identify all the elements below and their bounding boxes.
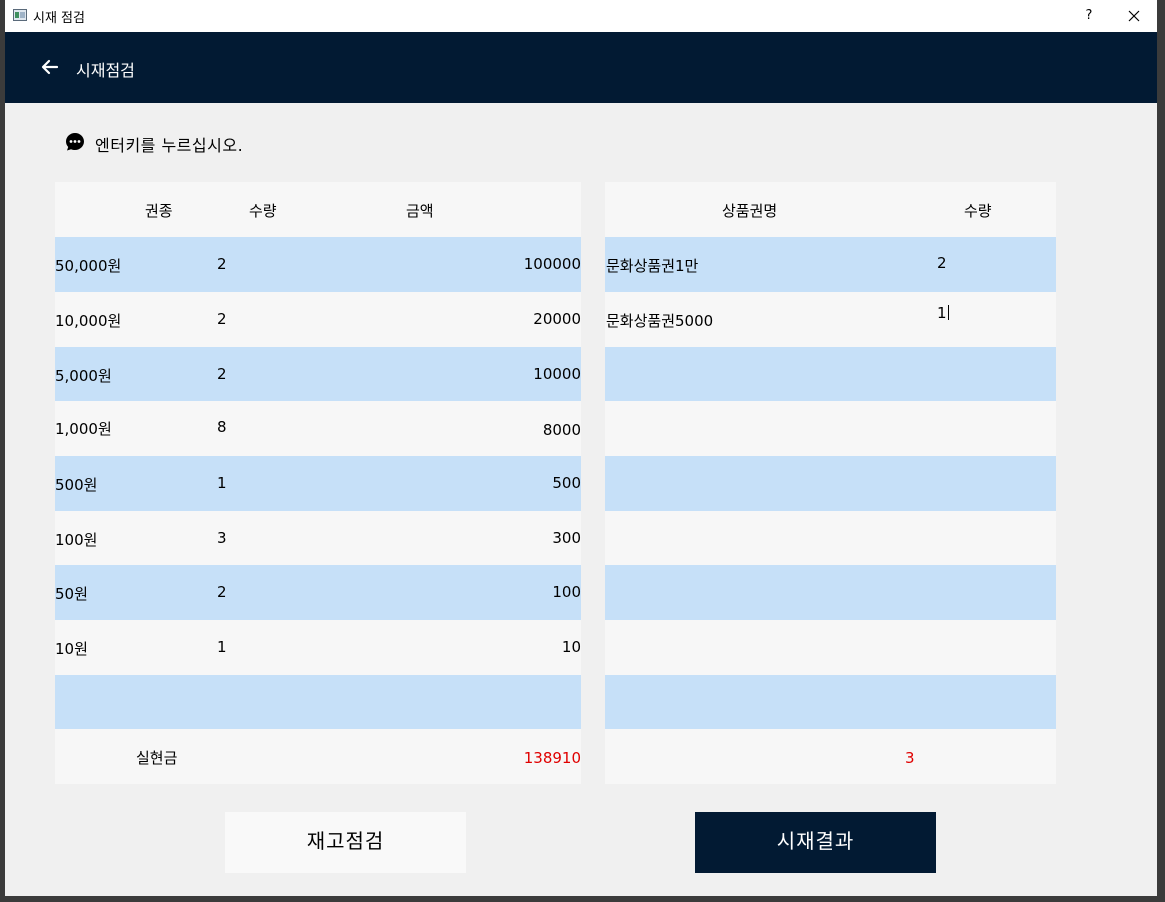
table-row[interactable] <box>605 620 1056 675</box>
denomination: 10,000원 <box>55 312 122 330</box>
voucher-qty-cell[interactable]: 2 <box>937 254 947 272</box>
app-window: 시재 점검 ? 시재점검 엔터키를 누르십시오. 권종 수량 금액 50,000… <box>5 0 1157 896</box>
cash-table: 권종 수량 금액 50,000원 2 100000 10,000원 2 2000… <box>55 182 581 784</box>
total-label: 실현금 <box>136 749 178 767</box>
title-bar: 시재 점검 ? <box>5 0 1157 32</box>
denomination: 500원 <box>55 476 98 494</box>
table-row[interactable] <box>605 511 1056 566</box>
table-row[interactable]: 문화상품권5000 1 <box>605 292 1056 347</box>
app-icon <box>13 9 27 21</box>
chat-bubble-icon <box>66 133 84 151</box>
quantity-cell[interactable]: 2 <box>217 310 227 328</box>
header-amount: 금액 <box>406 202 434 220</box>
amount-cell: 500 <box>552 474 581 492</box>
help-button[interactable]: ? <box>1077 4 1101 28</box>
denomination: 50원 <box>55 585 88 603</box>
table-row[interactable]: 50원 2 100 <box>55 565 581 620</box>
table-row[interactable]: 50,000원 2 100000 <box>55 237 581 292</box>
text-caret <box>947 305 949 320</box>
denomination: 50,000원 <box>55 257 122 275</box>
table-row[interactable] <box>605 456 1056 511</box>
amount-cell: 300 <box>552 529 581 547</box>
close-button[interactable] <box>1119 4 1149 28</box>
page-title: 시재점검 <box>76 61 135 80</box>
back-button[interactable] <box>39 56 61 78</box>
table-row[interactable]: 문화상품권1만 2 <box>605 237 1056 292</box>
cash-table-header: 권종 수량 금액 <box>55 182 581 237</box>
voucher-total-qty: 3 <box>905 749 915 767</box>
total-amount: 138910 <box>523 749 581 767</box>
table-row[interactable] <box>605 565 1056 620</box>
header-voucher-qty: 수량 <box>964 202 992 220</box>
amount-cell: 100 <box>552 583 581 601</box>
window-title: 시재 점검 <box>33 11 85 26</box>
table-row[interactable] <box>605 347 1056 402</box>
denomination: 5,000원 <box>55 367 112 385</box>
voucher-qty-value: 1 <box>937 304 947 322</box>
page-header: 시재점검 <box>5 32 1157 103</box>
amount-cell: 20000 <box>533 310 581 328</box>
quantity-cell[interactable]: 3 <box>217 529 227 547</box>
quantity-cell[interactable]: 1 <box>217 638 227 656</box>
voucher-qty-input[interactable]: 1 <box>937 304 949 322</box>
amount-cell: 100000 <box>523 255 581 273</box>
header-qty: 수량 <box>249 202 277 220</box>
close-icon <box>1128 10 1140 22</box>
table-row[interactable] <box>605 401 1056 456</box>
quantity-cell[interactable]: 2 <box>217 583 227 601</box>
total-row: 실현금 138910 <box>55 729 581 784</box>
table-row[interactable]: 100원 3 300 <box>55 511 581 566</box>
notice-text: 엔터키를 누르십시오. <box>95 136 244 155</box>
amount-cell: 10 <box>561 638 581 656</box>
table-row[interactable]: 1,000원 8 8000 <box>55 401 581 456</box>
table-row[interactable] <box>55 675 581 730</box>
header-type: 권종 <box>145 202 173 220</box>
amount-cell: 8000 <box>542 421 581 439</box>
table-row[interactable]: 10원 1 10 <box>55 620 581 675</box>
quantity-cell[interactable]: 1 <box>217 474 227 492</box>
denomination: 1,000원 <box>55 420 112 438</box>
quantity-cell[interactable]: 2 <box>217 365 227 383</box>
table-row[interactable]: 10,000원 2 20000 <box>55 292 581 347</box>
voucher-name: 문화상품권5000 <box>606 312 714 330</box>
table-row[interactable]: 5,000원 2 10000 <box>55 347 581 402</box>
quantity-cell[interactable]: 2 <box>217 255 227 273</box>
voucher-name: 문화상품권1만 <box>606 257 699 275</box>
amount-cell: 10000 <box>533 365 581 383</box>
quantity-cell[interactable]: 8 <box>217 418 227 436</box>
inventory-check-button[interactable]: 재고점검 <box>225 812 466 873</box>
arrow-left-icon <box>41 59 59 75</box>
table-row[interactable] <box>605 675 1056 730</box>
total-row: 3 <box>605 729 1056 784</box>
header-voucher-name: 상품권명 <box>722 202 778 220</box>
denomination: 100원 <box>55 531 98 549</box>
cash-result-button[interactable]: 시재결과 <box>695 812 936 873</box>
denomination: 10원 <box>55 640 88 658</box>
voucher-table: 상품권명 수량 문화상품권1만 2 문화상품권5000 1 3 <box>605 182 1056 784</box>
table-row[interactable]: 500원 1 500 <box>55 456 581 511</box>
voucher-table-header: 상품권명 수량 <box>605 182 1056 237</box>
